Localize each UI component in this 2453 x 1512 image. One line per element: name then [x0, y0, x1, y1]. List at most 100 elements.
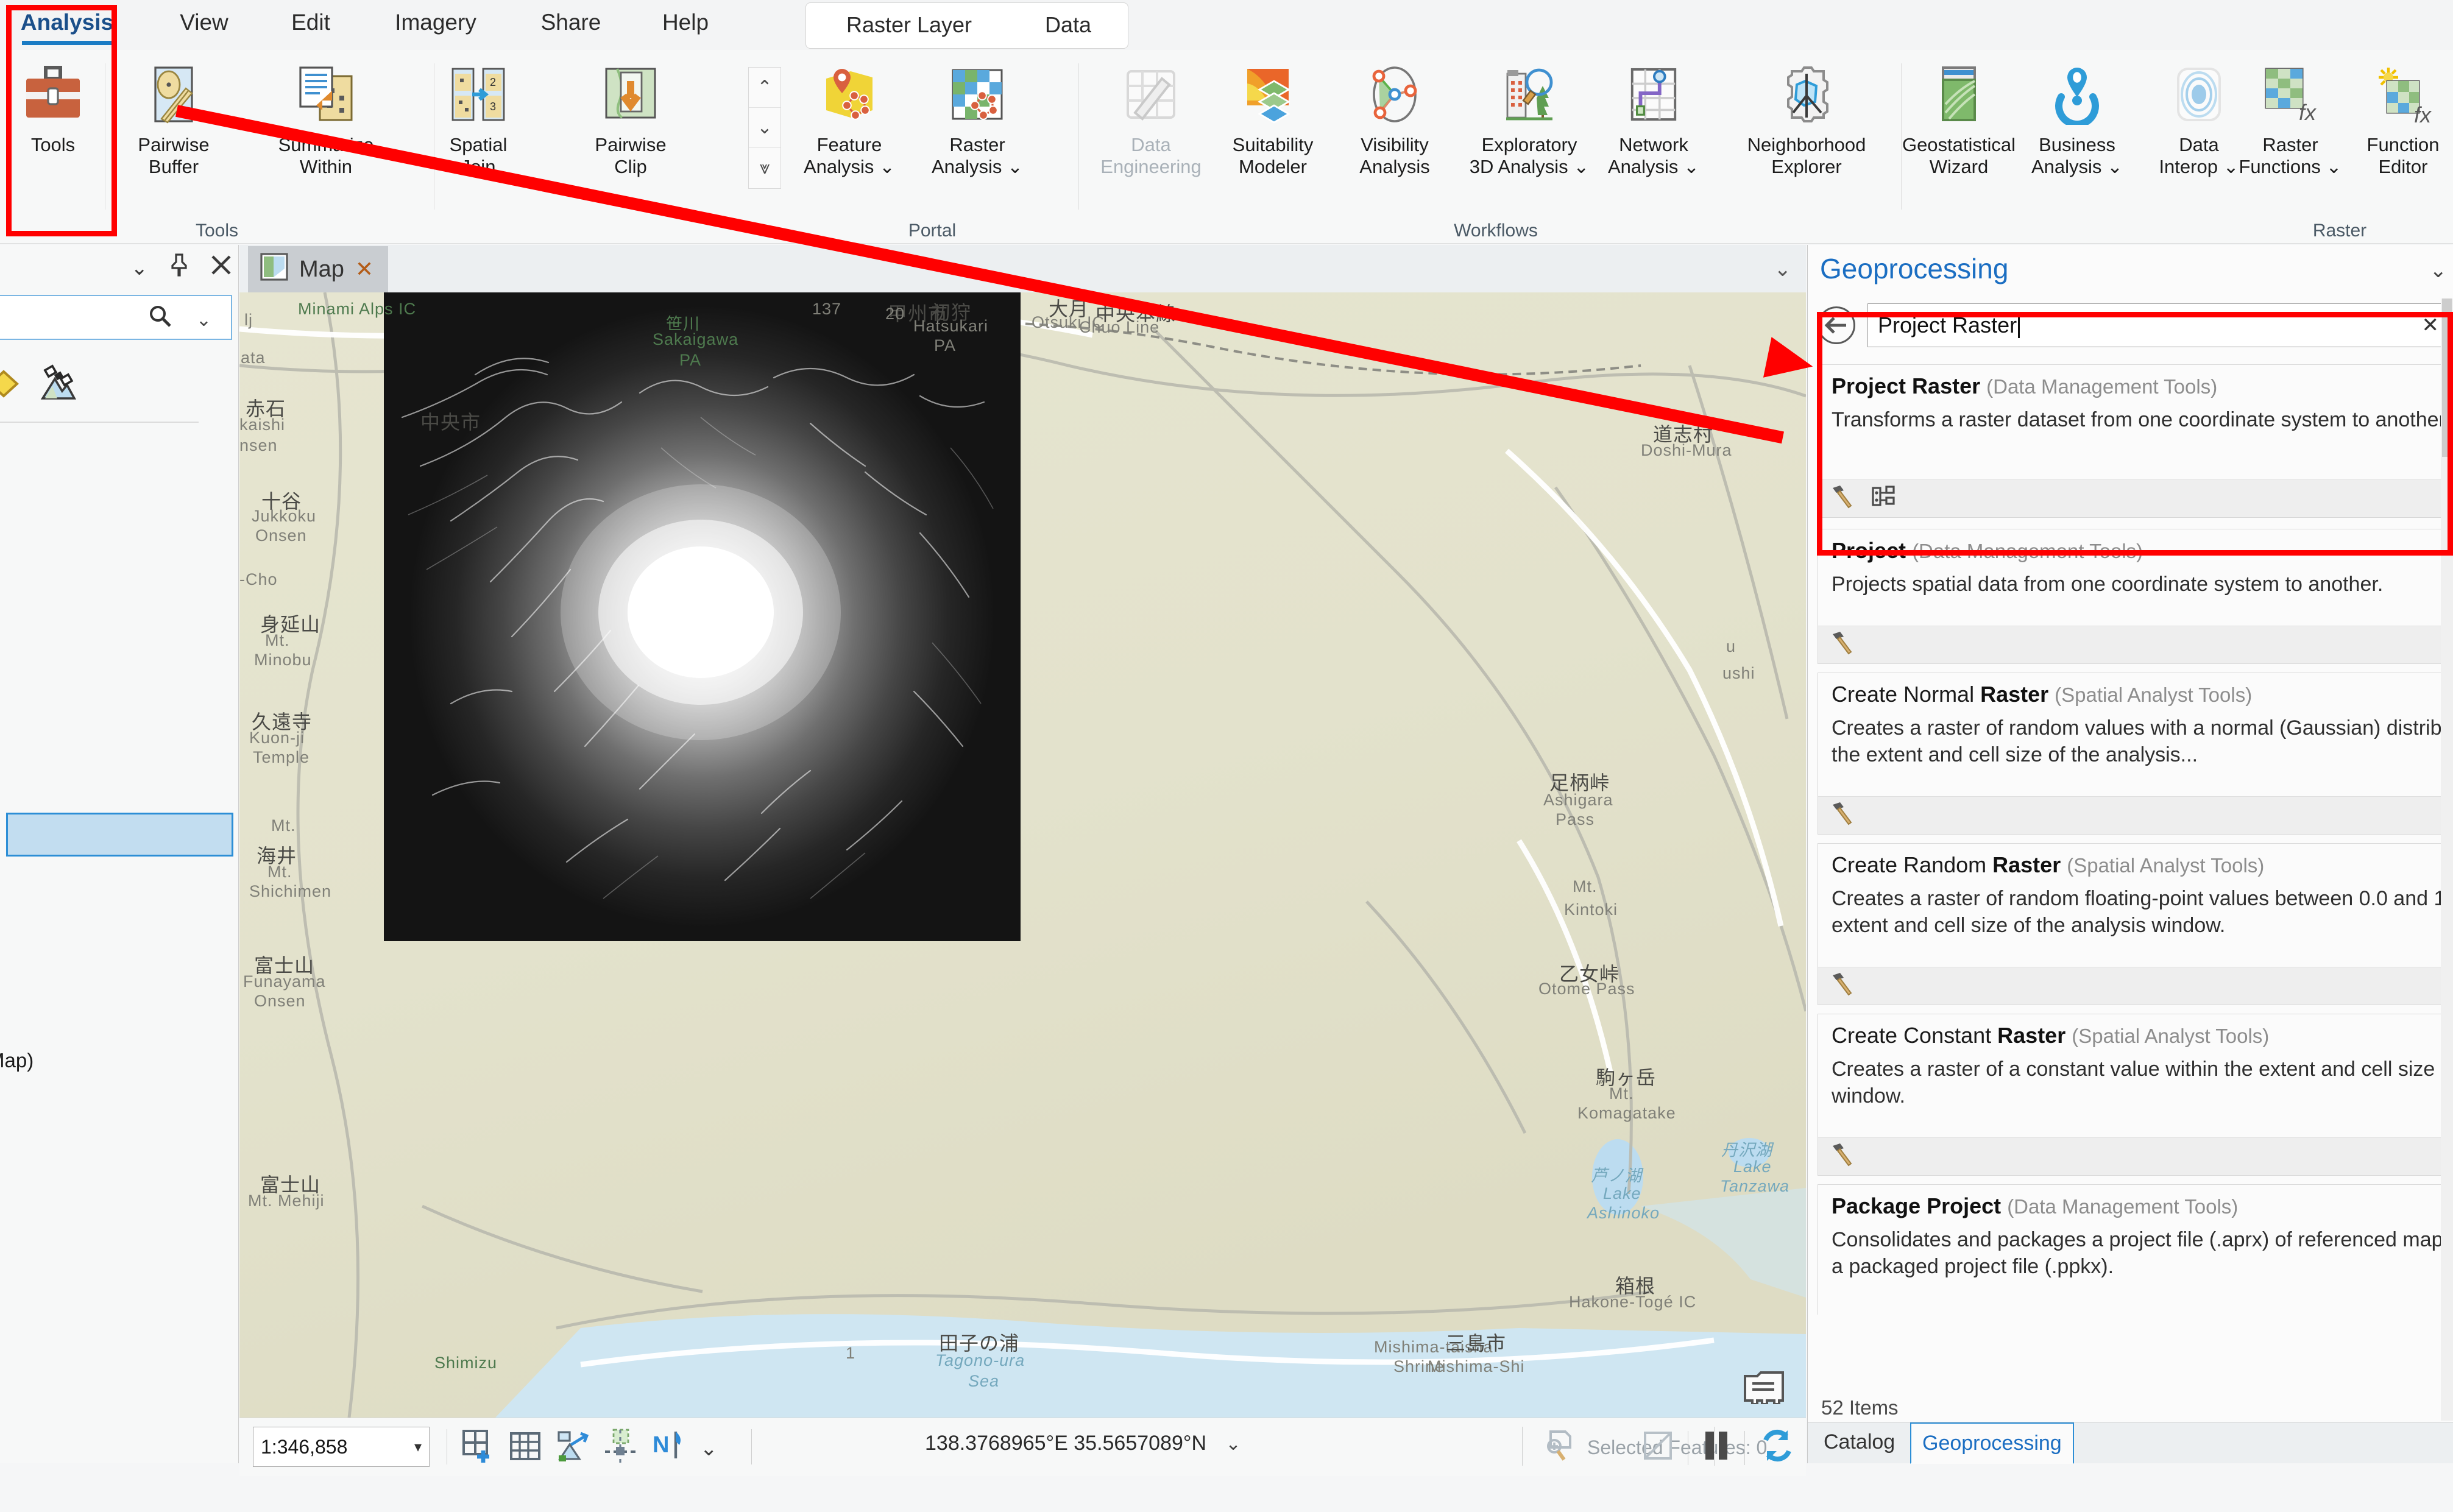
- ribbon-tab-analysis[interactable]: Analysis: [18, 4, 116, 46]
- pause-drawing-icon[interactable]: [1702, 1429, 1731, 1467]
- chevron-down-icon[interactable]: ⌄: [1226, 1434, 1241, 1454]
- left-dock-pane: ⌄ ⌄ ap): [0, 245, 239, 1463]
- result-item-package-project[interactable]: Package Project (Data Management Tools) …: [1818, 1184, 2453, 1315]
- ribbon-tab-help[interactable]: Help: [646, 4, 725, 46]
- add-grid-icon[interactable]: [460, 1429, 495, 1469]
- ribbon-tab-share[interactable]: Share: [525, 4, 617, 46]
- select-features-icon[interactable]: [555, 1429, 590, 1469]
- ribbon: Tools Tools ⌄: [0, 50, 2453, 244]
- chevron-down-icon[interactable]: ⌄: [1002, 156, 1023, 177]
- overview-map-icon[interactable]: [1743, 1369, 1785, 1409]
- result-item-create-normal-raster[interactable]: Create Normal Raster (Spatial Analyst To…: [1818, 673, 2453, 835]
- clear-icon[interactable]: ✕: [2422, 313, 2440, 337]
- pairwise-clip-button[interactable]: Pairwise Clip: [576, 58, 685, 178]
- summarize-within-button[interactable]: Summarize Within: [272, 58, 380, 178]
- feature-analysis-button[interactable]: Feature Analysis ⌄: [795, 58, 904, 178]
- result-item-project-raster[interactable]: Project Raster (Data Management Tools) T…: [1818, 364, 2453, 518]
- ribbon-scroll-down-icon[interactable]: ⌄: [749, 108, 780, 148]
- result-name: Project: [1927, 1193, 2002, 1218]
- result-item-project[interactable]: Project (Data Management Tools) Projects…: [1818, 529, 2453, 664]
- pane-selected-row[interactable]: [6, 813, 233, 857]
- ribbon-tab-edit[interactable]: Edit: [274, 4, 347, 46]
- function-editor-button[interactable]: fx Function Editor: [2349, 58, 2453, 178]
- ribbon-scroll-buttons[interactable]: ⌃ ⌄ ⩔: [748, 67, 781, 189]
- visibility-analysis-icon: [1340, 58, 1449, 130]
- pin-icon[interactable]: [169, 253, 189, 282]
- close-icon[interactable]: [210, 254, 232, 281]
- map-tab-overflow-chevron-icon[interactable]: ⌄: [1774, 257, 1792, 281]
- contextual-tab-raster-layer[interactable]: Raster Layer: [815, 3, 1004, 48]
- search-dropdown-chevron-icon[interactable]: ⌄: [196, 309, 211, 331]
- north-arrow-icon[interactable]: N: [650, 1428, 688, 1469]
- clear-selection-icon[interactable]: [1641, 1429, 1674, 1467]
- raster-functions-button[interactable]: fx Raster Functions ⌄: [2236, 58, 2345, 178]
- result-item-create-constant-raster[interactable]: Create Constant Raster (Spatial Analyst …: [1818, 1014, 2453, 1176]
- ribbon-tab-view[interactable]: View: [165, 4, 244, 46]
- result-toolbox: (Data Management Tools): [1912, 540, 2143, 562]
- result-footer: [1818, 796, 2453, 834]
- ribbon-scroll-up-icon[interactable]: ⌃: [749, 68, 780, 108]
- map-canvas[interactable]: Minami Alps IC 中央市 笹川 Sakaigawa PA 甲州市 20 初狩 Hat…: [239, 292, 1806, 1418]
- spatial-join-button[interactable]: 2 3 Spatial Join: [424, 58, 533, 178]
- pane-menu-chevron-icon[interactable]: ⌄: [131, 256, 149, 280]
- map-coordinates[interactable]: 138.3768965°E 35.5657089°N ⌄: [925, 1432, 1241, 1455]
- geoprocessing-search-input[interactable]: Project Raster ✕: [1867, 303, 2451, 347]
- pane-menu-chevron-icon[interactable]: ⌄: [2430, 258, 2448, 283]
- hammer-tool-icon[interactable]: [1829, 1141, 1856, 1173]
- map-scale-combobox[interactable]: 1:346,858 ▾: [253, 1427, 430, 1467]
- exploratory-3d-label-2: 3D Analysis: [1469, 156, 1568, 177]
- geoprocessing-scrollbar[interactable]: [2441, 299, 2453, 1421]
- map-label: lj: [244, 311, 253, 329]
- model-builder-icon[interactable]: [1871, 483, 1897, 515]
- map-tab-close-icon[interactable]: ✕: [355, 256, 373, 282]
- exploratory-3d-analysis-button[interactable]: Exploratory 3D Analysis ⌄: [1465, 58, 1593, 178]
- pane-tab-geoprocessing[interactable]: Geoprocessing: [1910, 1422, 2074, 1464]
- visibility-analysis-button[interactable]: Visibility Analysis: [1340, 58, 1449, 178]
- bookmark-diamond-icon[interactable]: [0, 368, 21, 406]
- pane-tab-catalog[interactable]: Catalog: [1813, 1422, 1906, 1464]
- chevron-down-icon[interactable]: ⌄: [1568, 156, 1589, 177]
- exploratory-3d-icon: [1465, 58, 1593, 130]
- back-arrow-icon[interactable]: [1818, 306, 1855, 344]
- result-description: Consolidates and packages a project file…: [1832, 1228, 2453, 1278]
- map-label: Kintoki: [1564, 900, 1618, 919]
- imagery-scene-icon[interactable]: [38, 364, 78, 409]
- result-item-create-random-raster[interactable]: Create Random Raster (Spatial Analyst To…: [1818, 843, 2453, 1005]
- raster-analysis-button[interactable]: Raster Analysis ⌄: [923, 58, 1032, 178]
- chevron-down-icon[interactable]: ⌄: [700, 1436, 718, 1461]
- map-tab-label: Map: [299, 256, 344, 282]
- spatial-join-label-1: Spatial: [449, 134, 508, 155]
- raster-functions-label-2: Functions: [2239, 156, 2321, 177]
- chevron-down-icon[interactable]: ⌄: [874, 156, 895, 177]
- visibility-analysis-label-2: Analysis: [1359, 156, 1430, 177]
- geoprocessing-pane-title: Geoprocessing: [1820, 253, 2009, 284]
- hammer-tool-icon[interactable]: [1829, 970, 1856, 1002]
- refresh-icon[interactable]: [1758, 1427, 1796, 1469]
- map-label: Tagono-ura: [935, 1351, 1025, 1369]
- chevron-down-icon[interactable]: ⌄: [2321, 156, 2342, 177]
- grid-icon[interactable]: [508, 1429, 543, 1469]
- suitability-modeler-button[interactable]: Suitability Modeler: [1219, 58, 1327, 178]
- data-engineering-button[interactable]: Data Engineering: [1097, 58, 1205, 178]
- pairwise-clip-label-2: Clip: [614, 156, 647, 177]
- result-toolbox: (Spatial Analyst Tools): [2055, 684, 2253, 706]
- chevron-down-icon[interactable]: ▾: [414, 1438, 422, 1456]
- contextual-tab-data[interactable]: Data: [1019, 3, 1117, 48]
- hammer-tool-icon[interactable]: [1829, 800, 1856, 832]
- result-description: Transforms a raster dataset from one coo…: [1832, 408, 2451, 431]
- network-analysis-button[interactable]: Network Analysis ⌄: [1599, 58, 1708, 178]
- hammer-tool-icon[interactable]: [1829, 483, 1856, 515]
- neighborhood-explorer-button[interactable]: Neighborhood Explorer: [1730, 58, 1883, 178]
- chevron-down-icon[interactable]: ⌄: [1678, 156, 1699, 177]
- tools-button[interactable]: Tools: [0, 58, 107, 156]
- ribbon-expand-icon[interactable]: ⩔: [749, 148, 780, 188]
- pane-search-input[interactable]: ⌄: [0, 295, 232, 340]
- hammer-tool-icon[interactable]: [1829, 629, 1856, 661]
- pairwise-buffer-button[interactable]: Pairwise Buffer: [119, 58, 228, 178]
- map-tab[interactable]: Map ✕: [248, 246, 389, 292]
- scrollbar-thumb[interactable]: [2442, 299, 2452, 457]
- ribbon-tab-imagery[interactable]: Imagery: [378, 4, 494, 46]
- snapping-icon[interactable]: [603, 1429, 638, 1469]
- raster-layer-dem[interactable]: [384, 292, 1021, 941]
- raster-analysis-label-1: Raster: [949, 134, 1005, 155]
